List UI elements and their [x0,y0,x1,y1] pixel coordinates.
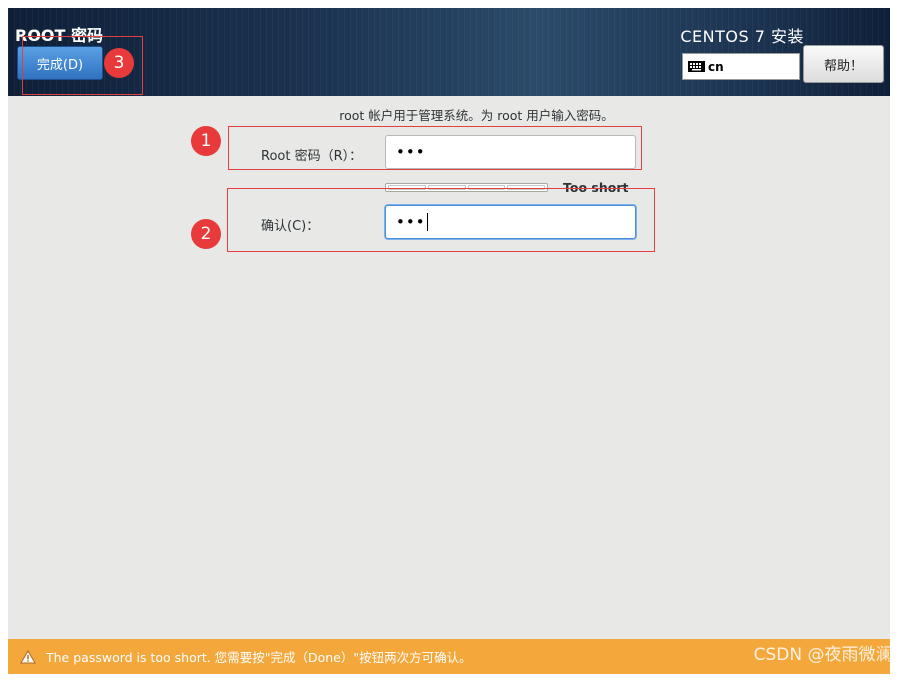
intro-text: root 帐户用于管理系统。为 root 用户输入密码。 [339,108,614,123]
status-message: The password is too short. 您需要按"完成（Done）… [46,650,472,665]
annotation-box-2 [227,188,655,252]
watermark: CSDN @夜雨微澜° [753,645,901,665]
warning-icon [20,649,36,664]
annotation-badge-3: 3 [104,48,134,78]
annotation-badge-1: 1 [191,126,221,156]
annotation-badge-2: 2 [191,219,221,249]
help-button[interactable]: 帮助！ [803,45,884,83]
password-form: root 帐户用于管理系统。为 root 用户输入密码。 Root 密码（R）：… [8,96,890,639]
keyboard-layout-indicator[interactable]: cn [682,53,800,80]
keyboard-icon [688,61,705,72]
annotation-box-1 [228,126,642,170]
keyboard-layout-label: cn [708,59,724,74]
product-title: CENTOS 7 安装 [680,27,804,46]
installer-window: ROOT 密码 完成(D) CENTOS 7 安装 cn 帮助！ root 帐户… [8,8,890,674]
